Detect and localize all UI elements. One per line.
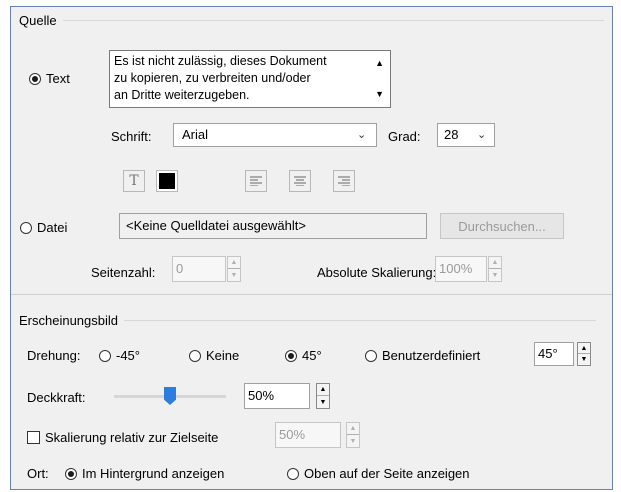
file-option-radio[interactable]: Datei (20, 220, 67, 235)
section-divider (62, 20, 604, 21)
align-center-button[interactable] (289, 170, 311, 192)
position-option-label: Im Hintergrund anzeigen (82, 466, 225, 481)
source-section-header: Quelle (19, 13, 604, 28)
source-file-field[interactable]: <Keine Quelldatei ausgewählt> (119, 213, 427, 239)
radio-selected-icon (285, 349, 297, 362)
page-number-value: 0 (176, 261, 184, 276)
relative-scale-checkbox[interactable]: Skalierung relativ zur Zielseite (27, 430, 218, 445)
align-right-icon (338, 176, 350, 186)
browse-button-label: Durchsuchen... (458, 218, 546, 234)
opacity-stepper[interactable]: ▲ ▼ (316, 383, 330, 409)
font-label: Schrift: (111, 129, 152, 144)
radio-unselected-icon (99, 349, 111, 362)
absolute-scale-stepper[interactable]: ▲ ▼ (488, 256, 502, 282)
size-dropdown-chevron-icon[interactable]: ⌄ (477, 128, 486, 141)
rotation-option-none[interactable]: Keine (189, 348, 239, 363)
stepper-up-icon[interactable]: ▲ (489, 257, 501, 269)
relative-scale-label: Skalierung relativ zur Zielseite (45, 430, 219, 445)
watermark-dialog-panel: Quelle Text Es ist nicht zulässig, diese… (10, 6, 613, 490)
stepper-down-icon[interactable]: ▼ (347, 435, 359, 447)
text-option-label: Text (46, 71, 70, 86)
absolute-scale-label: Absolute Skalierung: (317, 265, 437, 280)
opacity-input[interactable]: 50% (244, 383, 310, 409)
section-divider (124, 320, 596, 321)
font-select-value: Arial (182, 127, 209, 142)
size-select-value: 28 (444, 127, 459, 142)
rotation-label: Drehung: (27, 348, 81, 363)
radio-selected-icon (29, 72, 41, 85)
text-scroll-up-icon[interactable]: ▲ (375, 55, 384, 72)
source-file-value: <Keine Quelldatei ausgewählt> (126, 218, 306, 233)
opacity-value: 50% (248, 388, 275, 403)
radio-unselected-icon (20, 221, 32, 234)
stepper-down-icon[interactable]: ▼ (578, 354, 590, 365)
position-option-label: Oben auf der Seite anzeigen (304, 466, 470, 481)
align-center-icon (294, 176, 306, 186)
color-swatch (159, 173, 175, 189)
appearance-section-header: Erscheinungsbild (11, 313, 596, 328)
stepper-down-icon[interactable]: ▼ (317, 396, 329, 408)
rotation-custom-value: 45° (538, 346, 558, 361)
text-line: Es ist nicht zulässig, dieses Dokument (114, 54, 327, 68)
radio-unselected-icon (365, 349, 377, 362)
opacity-slider-thumb[interactable] (164, 387, 176, 405)
stepper-up-icon[interactable]: ▲ (317, 384, 329, 396)
stepper-up-icon[interactable]: ▲ (347, 423, 359, 435)
stepper-down-icon[interactable]: ▼ (228, 269, 240, 281)
align-right-button[interactable] (333, 170, 355, 192)
font-select[interactable]: Arial (173, 123, 377, 147)
page-number-stepper[interactable]: ▲ ▼ (227, 256, 241, 282)
page-number-input[interactable]: 0 (172, 256, 226, 282)
rotation-option-label: 45° (302, 348, 322, 363)
stepper-down-icon[interactable]: ▼ (489, 269, 501, 281)
checkbox-unchecked-icon (27, 431, 40, 444)
position-option-background[interactable]: Im Hintergrund anzeigen (65, 466, 224, 481)
size-label: Grad: (388, 129, 421, 144)
relative-scale-value: 50% (279, 427, 306, 442)
stepper-up-icon[interactable]: ▲ (578, 343, 590, 354)
absolute-scale-value: 100% (439, 261, 473, 276)
opacity-label: Deckkraft: (27, 390, 86, 405)
rotation-option-minus45[interactable]: -45° (99, 348, 140, 363)
radio-selected-icon (65, 467, 77, 480)
text-format-icon: T (129, 173, 139, 189)
watermark-text-area[interactable]: Es ist nicht zulässig, dieses Dokument z… (109, 50, 391, 108)
browse-button[interactable]: Durchsuchen... (440, 213, 564, 239)
position-option-top[interactable]: Oben auf der Seite anzeigen (287, 466, 470, 481)
align-left-button[interactable] (245, 170, 267, 192)
radio-unselected-icon (189, 349, 201, 362)
radio-unselected-icon (287, 467, 299, 480)
section-separator (11, 294, 612, 295)
rotation-stepper[interactable]: ▲ ▼ (577, 342, 591, 366)
rotation-option-label: Keine (206, 348, 240, 363)
absolute-scale-input[interactable]: 100% (435, 256, 487, 282)
text-scroll-down-icon[interactable]: ▼ (375, 86, 384, 103)
position-label: Ort: (27, 466, 49, 481)
stepper-up-icon[interactable]: ▲ (228, 257, 240, 269)
font-dropdown-chevron-icon[interactable]: ⌄ (357, 128, 366, 141)
appearance-section-title: Erscheinungsbild (19, 313, 119, 328)
rotation-option-label: Benutzerdefiniert (382, 348, 481, 363)
rotation-option-label: -45° (116, 348, 140, 363)
relative-scale-stepper[interactable]: ▲ ▼ (346, 422, 360, 448)
text-line: an Dritte weiterzugeben. (114, 88, 250, 102)
file-option-label: Datei (37, 220, 68, 235)
text-color-button[interactable] (156, 170, 178, 192)
source-section-title: Quelle (19, 13, 57, 28)
text-option-radio[interactable]: Text (29, 71, 70, 86)
page-number-label: Seitenzahl: (91, 265, 156, 280)
rotation-custom-input[interactable]: 45° (534, 342, 574, 366)
text-format-button[interactable]: T (123, 170, 145, 192)
text-line: zu kopieren, zu verbreiten und/oder (114, 71, 311, 85)
rotation-option-45[interactable]: 45° (285, 348, 322, 363)
align-left-icon (250, 176, 262, 186)
size-select[interactable]: 28 (437, 123, 495, 147)
opacity-slider[interactable] (114, 387, 226, 407)
relative-scale-input[interactable]: 50% (275, 422, 341, 448)
rotation-option-custom[interactable]: Benutzerdefiniert (365, 348, 480, 363)
